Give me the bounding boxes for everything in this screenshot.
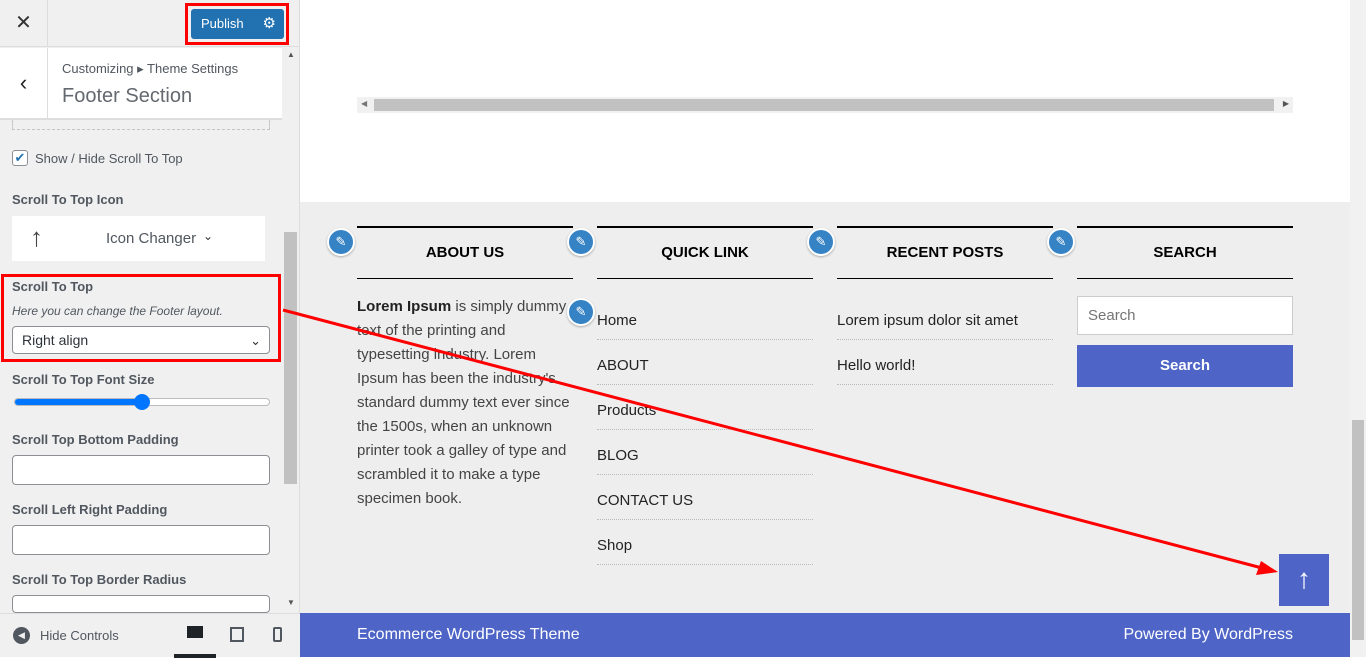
annotation-arrow xyxy=(282,308,1278,575)
